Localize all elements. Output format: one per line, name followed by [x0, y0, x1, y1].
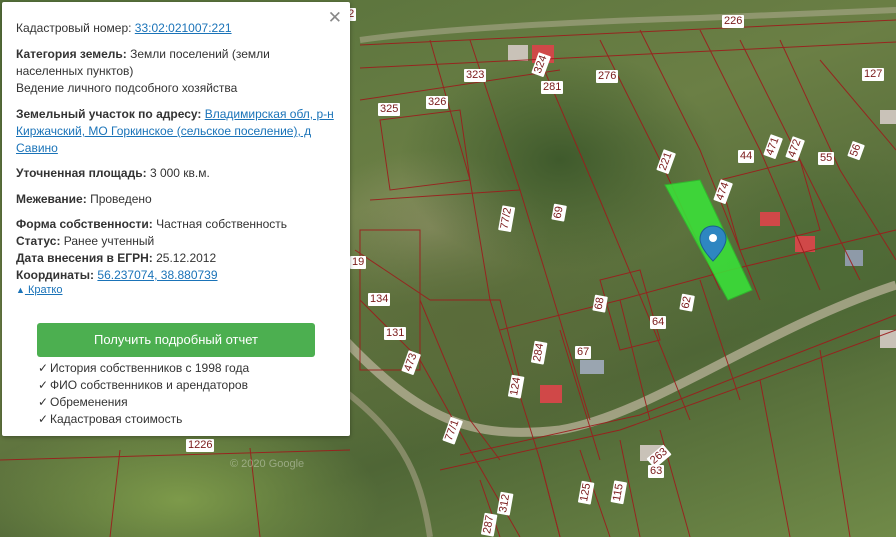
cadastral-number-row: Кадастровый номер: 33:02:021007:221 — [16, 20, 336, 37]
feature-label: ФИО собственников и арендаторов — [50, 378, 248, 392]
feature-item: ✓ ФИО собственников и арендаторов — [38, 377, 248, 394]
ownership-label: Форма собственности: — [16, 217, 153, 231]
land-use-value: Ведение личного подсобного хозяйства — [16, 81, 238, 95]
parcel-info-popup: ✕ Кадастровый номер: 33:02:021007:221 Ка… — [2, 2, 350, 436]
ownership-value: Частная собственность — [156, 217, 288, 231]
plot-label[interactable]: 281 — [541, 81, 564, 94]
egrn-date-label: Дата внесения в ЕГРН: — [16, 251, 153, 265]
check-icon: ✓ — [38, 412, 49, 426]
plot-label[interactable]: 1226 — [186, 439, 215, 452]
feature-item: ✓ История собственников с 1998 года — [38, 360, 249, 377]
land-category-row: Категория земель: Земли поселений (земли… — [16, 46, 336, 97]
address-label: Земельный участок по адресу: — [16, 107, 202, 121]
egrn-date-row: Дата внесения в ЕГРН: 25.12.2012 — [16, 250, 336, 267]
plot-label[interactable]: 19 — [350, 256, 367, 269]
area-row: Уточненная площадь: 3 000 кв.м. — [16, 165, 336, 182]
status-row: Статус: Ранее учтенный — [16, 233, 336, 250]
get-report-button[interactable]: Получить подробный отчет — [37, 323, 315, 357]
survey-row: Межевание: Проведено — [16, 191, 336, 208]
plot-label[interactable]: 44 — [738, 150, 755, 163]
plot-label[interactable]: 134 — [368, 293, 391, 306]
collapse-link[interactable]: ▲ Кратко — [16, 284, 62, 296]
feature-label: История собственников с 1998 года — [50, 361, 250, 375]
plot-label[interactable]: 67 — [575, 346, 592, 359]
plot-label[interactable]: 323 — [464, 69, 487, 82]
check-icon: ✓ — [38, 378, 49, 392]
map-watermark: © 2020 Google — [230, 458, 305, 470]
status-label: Статус: — [16, 234, 61, 248]
feature-item: ✓ Кадастровая стоимость — [38, 411, 182, 428]
egrn-date-value: 25.12.2012 — [156, 251, 217, 265]
plot-label[interactable]: 62 — [679, 293, 695, 312]
plot-label[interactable]: 325 — [378, 103, 401, 116]
plot-label[interactable]: 276 — [596, 70, 619, 83]
status-value: Ранее учтенный — [63, 234, 155, 248]
plot-label[interactable]: 127 — [862, 68, 885, 81]
cadastral-number-label: Кадастровый номер: — [16, 21, 132, 35]
land-category-label: Категория земель: — [16, 47, 127, 61]
coordinates-row: Координаты: 56.237074, 38.880739 — [16, 267, 336, 284]
caret-up-icon: ▲ — [16, 285, 25, 295]
plot-label[interactable]: 68 — [592, 294, 608, 313]
plot-label[interactable]: 55 — [818, 152, 835, 165]
land-category-value-cont: населенных пунктов) — [16, 64, 134, 78]
cadastral-number-link[interactable]: 33:02:021007:221 — [135, 21, 232, 35]
address-link-line2[interactable]: Киржачский, МО Горкинское (сельское посе… — [16, 124, 311, 138]
address-row: Земельный участок по адресу: Владимирска… — [16, 106, 336, 157]
coordinates-label: Координаты: — [16, 268, 95, 282]
address-link-line1[interactable]: Владимирская обл, р-н — [205, 107, 334, 121]
feature-label: Кадастровая стоимость — [50, 412, 183, 426]
land-category-value: Земли поселений (земли — [130, 47, 270, 61]
coordinates-link[interactable]: 56.237074, 38.880739 — [97, 268, 217, 282]
plot-label[interactable]: 64 — [650, 316, 667, 329]
plot-label[interactable]: 326 — [426, 96, 449, 109]
feature-label: Обременения — [50, 395, 128, 409]
area-label: Уточненная площадь: — [16, 166, 147, 180]
survey-value: Проведено — [90, 192, 152, 206]
plot-label[interactable]: 226 — [722, 15, 745, 28]
survey-label: Межевание: — [16, 192, 87, 206]
plot-label[interactable]: 131 — [384, 327, 407, 340]
plot-label[interactable]: 69 — [551, 203, 567, 222]
collapse-link-label: Кратко — [27, 284, 63, 296]
area-value: 3 000 кв.м. — [149, 166, 210, 180]
check-icon: ✓ — [38, 395, 49, 409]
feature-item: ✓ Обременения — [38, 394, 128, 411]
check-icon: ✓ — [38, 361, 49, 375]
address-link-line3[interactable]: Савино — [16, 141, 58, 155]
plot-label[interactable]: 63 — [648, 465, 665, 478]
ownership-row: Форма собственности: Частная собственнос… — [16, 216, 336, 233]
